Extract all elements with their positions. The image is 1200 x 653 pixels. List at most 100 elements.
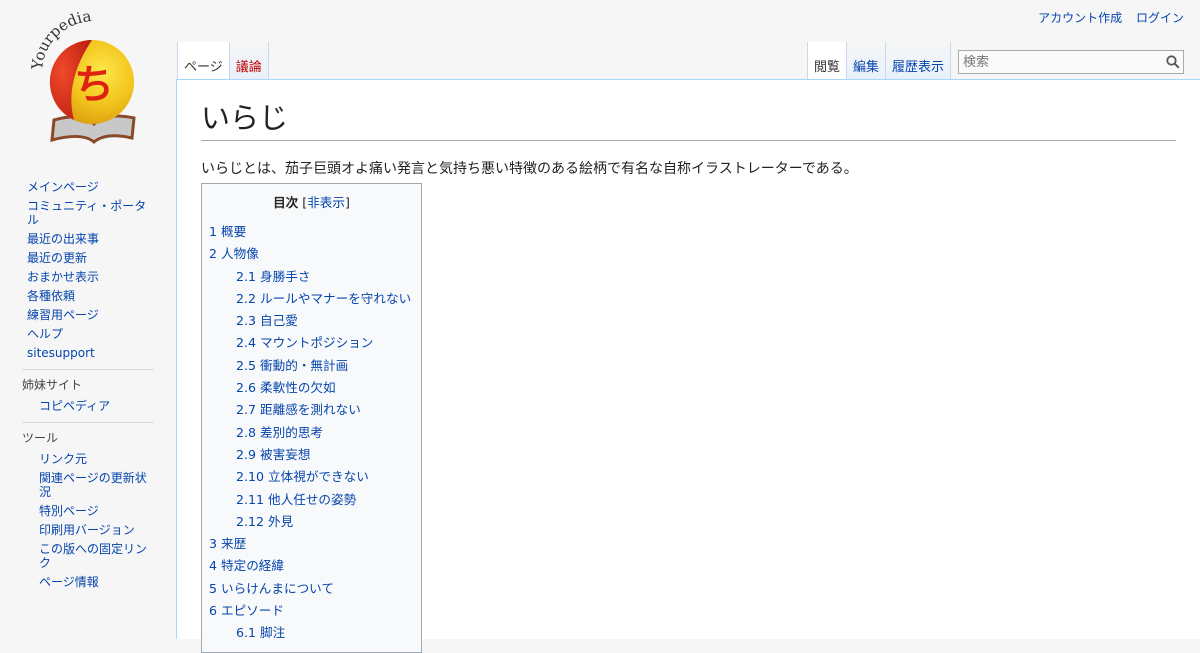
nav-main-page[interactable]: メインページ bbox=[27, 180, 99, 194]
toc-item[interactable]: 2.3 自己愛 bbox=[209, 310, 421, 332]
navigation-portal: メインページ コミュニティ・ポータル 最近の出来事 最近の更新 おまかせ表示 各… bbox=[22, 178, 154, 363]
toc-link[interactable]: 2.1 身勝手さ bbox=[236, 269, 310, 284]
article-intro: いらじとは、茄子巨頭オよ痛い発言と気持ち悪い特徴のある絵柄で有名な自称イラストレ… bbox=[201, 161, 858, 177]
toc-item[interactable]: 2.5 衝動的・無計画 bbox=[209, 355, 421, 377]
nav-sandbox[interactable]: 練習用ページ bbox=[27, 308, 99, 322]
toc-item[interactable]: 2 人物像 bbox=[209, 243, 421, 265]
tab-history[interactable]: 履歴表示 bbox=[886, 42, 952, 80]
nav-community-portal[interactable]: コミュニティ・ポータル bbox=[27, 199, 146, 227]
toc-item[interactable]: 3 来歴 bbox=[209, 533, 421, 555]
toc-number: 2.7 bbox=[236, 402, 257, 418]
toc-text: エピソード bbox=[221, 603, 284, 619]
tool-page-info[interactable]: ページ情報 bbox=[39, 575, 99, 589]
toc-link[interactable]: 2.8 差別的思考 bbox=[236, 425, 323, 440]
nav-requests[interactable]: 各種依頼 bbox=[27, 289, 75, 303]
toc-link[interactable]: 2.6 柔軟性の欠如 bbox=[236, 380, 336, 395]
toc-link[interactable]: 2.4 マウントポジション bbox=[236, 335, 373, 350]
toc-text: 身勝手さ bbox=[260, 268, 311, 284]
toc-number: 2.2 bbox=[236, 290, 257, 306]
toc-item[interactable]: 2.6 柔軟性の欠如 bbox=[209, 377, 421, 399]
toc-number: 1 bbox=[209, 224, 218, 239]
toc-list: 1 概要 2 人物像 2.1 身勝手さ 2.2 ルールやマナーを守れない 2.3 自己愛 2.4 マウ… bbox=[209, 221, 421, 645]
toc-text: 立体視ができない bbox=[268, 469, 369, 485]
toc-link[interactable]: 6.1 脚注 bbox=[236, 625, 285, 640]
toc-link[interactable]: 5 いらけんまについて bbox=[209, 581, 334, 596]
toc-text: 差別的思考 bbox=[260, 424, 323, 440]
toc-item[interactable]: 1 概要 bbox=[209, 221, 421, 243]
toc-number: 6 bbox=[209, 603, 218, 619]
page-title: いらじ bbox=[201, 98, 1176, 141]
tool-printable-version[interactable]: 印刷用バージョン bbox=[39, 523, 135, 537]
toc-item[interactable]: 2.2 ルールやマナーを守れない bbox=[209, 288, 421, 310]
site-logo[interactable]: Yourpedia ち bbox=[24, 7, 164, 152]
tool-what-links-here[interactable]: リンク元 bbox=[39, 452, 87, 466]
toc-number: 2.3 bbox=[236, 313, 257, 329]
toc-item[interactable]: 5 いらけんまについて bbox=[209, 578, 421, 600]
tool-special-pages[interactable]: 特別ページ bbox=[39, 504, 99, 518]
toc-link[interactable]: 2.10 立体視ができない bbox=[236, 469, 369, 484]
tab-edit[interactable]: 編集 bbox=[847, 42, 887, 80]
toc-item[interactable]: 2.7 距離感を測れない bbox=[209, 399, 421, 421]
toc-item[interactable]: 6 エピソード bbox=[209, 600, 421, 622]
toc-text: 来歴 bbox=[221, 536, 247, 552]
toc-link[interactable]: 2 人物像 bbox=[209, 246, 259, 261]
toc-link[interactable]: 2.5 衝動的・無計画 bbox=[236, 358, 348, 373]
toc-number: 2.4 bbox=[236, 335, 257, 351]
toc-text: 自己愛 bbox=[260, 313, 298, 329]
nav-recent-changes[interactable]: 最近の更新 bbox=[27, 251, 87, 265]
personal-tools: アカウント作成 ログイン bbox=[1028, 9, 1184, 26]
toc-link[interactable]: 2.12 外見 bbox=[236, 514, 293, 529]
view-tabs: 閲覧 編集 履歴表示 bbox=[807, 42, 952, 80]
toc-number: 2.12 bbox=[236, 513, 265, 529]
tools-portal: ツール リンク元 関連ページの更新状況 特別ページ 印刷用バージョン この版への… bbox=[22, 422, 154, 592]
toc-hide-toggle[interactable]: 非表示 bbox=[307, 195, 345, 210]
toc-link[interactable]: 2.7 距離感を測れない bbox=[236, 402, 361, 417]
create-account-link[interactable]: アカウント作成 bbox=[1038, 11, 1122, 25]
toc-item[interactable]: 4 特定の経緯 bbox=[209, 555, 421, 577]
nav-help[interactable]: ヘルプ bbox=[27, 327, 63, 341]
toc-item[interactable]: 2.9 被害妄想 bbox=[209, 444, 421, 466]
toc-item[interactable]: 2.12 外見 bbox=[209, 511, 421, 533]
toc-text: 脚注 bbox=[260, 625, 286, 641]
toc-link[interactable]: 2.11 他人任せの姿勢 bbox=[236, 492, 356, 507]
toc-link[interactable]: 6 エピソード bbox=[209, 603, 284, 618]
search-button[interactable] bbox=[1163, 52, 1183, 72]
toc-toggle-bracket-close: ] bbox=[344, 195, 350, 210]
search-input[interactable] bbox=[959, 52, 1163, 72]
yourpedia-logo-icon: Yourpedia ち bbox=[28, 7, 136, 144]
toc-item[interactable]: 2.11 他人任せの姿勢 bbox=[209, 489, 421, 511]
nav-sitesupport[interactable]: sitesupport bbox=[27, 346, 95, 360]
tab-page[interactable]: ページ bbox=[177, 42, 230, 80]
toc-text: 他人任せの姿勢 bbox=[268, 491, 357, 507]
toc-item[interactable]: 2.8 差別的思考 bbox=[209, 422, 421, 444]
sister-sites-heading: 姉妹サイト bbox=[22, 369, 154, 393]
toc-number: 2.5 bbox=[236, 357, 257, 373]
login-link[interactable]: ログイン bbox=[1136, 11, 1184, 25]
toc-item[interactable]: 2.10 立体視ができない bbox=[209, 466, 421, 488]
toc-link[interactable]: 1 概要 bbox=[209, 224, 246, 239]
nav-current-events[interactable]: 最近の出来事 bbox=[27, 232, 99, 246]
toc-number: 2.6 bbox=[236, 380, 257, 396]
toc-number: 6.1 bbox=[236, 625, 257, 641]
toc-text: 距離感を測れない bbox=[260, 402, 361, 418]
toc-item[interactable]: 2.4 マウントポジション bbox=[209, 332, 421, 354]
toc-link[interactable]: 4 特定の経緯 bbox=[209, 558, 284, 573]
toc-link[interactable]: 2.9 被害妄想 bbox=[236, 447, 310, 462]
toc-link[interactable]: 2.3 自己愛 bbox=[236, 313, 298, 328]
toc-number: 3 bbox=[209, 536, 218, 552]
toc-link[interactable]: 2.2 ルールやマナーを守れない bbox=[236, 291, 411, 306]
toc-link[interactable]: 3 来歴 bbox=[209, 536, 246, 551]
toc-text: 被害妄想 bbox=[260, 446, 311, 462]
toc-number: 2.9 bbox=[236, 446, 257, 462]
sister-copipedia[interactable]: コピペディア bbox=[39, 399, 110, 413]
toc-item[interactable]: 6.1 脚注 bbox=[209, 622, 421, 644]
tab-read[interactable]: 閲覧 bbox=[807, 42, 848, 80]
search-box bbox=[958, 50, 1184, 74]
toc-title: 目次 bbox=[273, 195, 299, 210]
toc-item[interactable]: 2.1 身勝手さ bbox=[209, 266, 421, 288]
toc-text: マウントポジション bbox=[260, 335, 374, 351]
nav-random-page[interactable]: おまかせ表示 bbox=[27, 270, 99, 284]
tab-talk[interactable]: 議論 bbox=[229, 42, 269, 80]
tool-related-changes[interactable]: 関連ページの更新状況 bbox=[39, 471, 147, 499]
tool-permanent-link[interactable]: この版への固定リンク bbox=[39, 542, 147, 570]
